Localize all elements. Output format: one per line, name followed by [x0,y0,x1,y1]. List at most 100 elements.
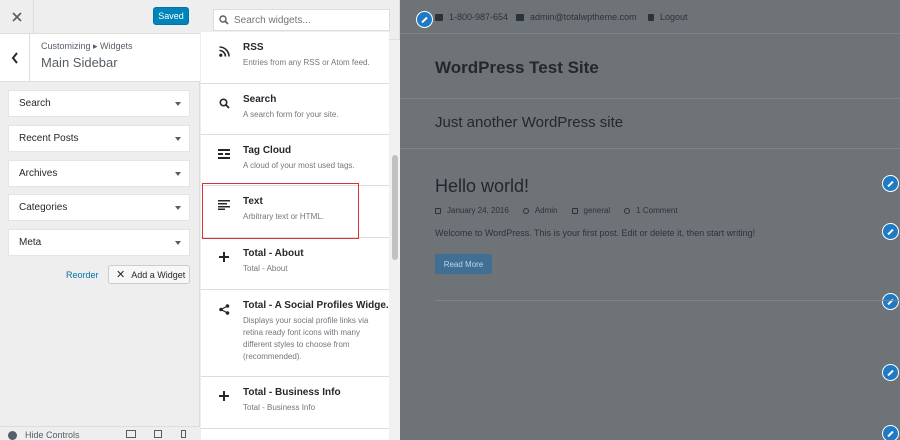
search-icon [219,15,229,25]
plus-icon [217,389,231,403]
search-icon [217,96,231,110]
divider [435,300,900,301]
hide-controls-button[interactable]: Hide Controls [8,430,80,440]
widget-description: Total - Business Info [243,403,316,412]
widget-item-tag-cloud[interactable]: Tag Cloud A cloud of your most used tags… [201,135,389,186]
widget-item-total-business-info[interactable]: Total - Business Info Total - Business I… [201,377,389,429]
widget-item-rss[interactable]: RSS Entries from any RSS or Atom feed. [201,32,389,84]
widget-description: Entries from any RSS or Atom feed. [243,58,370,67]
rss-icon [217,44,231,58]
post-comments-text: 1 Comment [636,206,678,215]
plus-icon [217,250,231,264]
edit-shortcut-pencil-icon[interactable] [882,223,899,240]
sidebar-widget-recent-posts[interactable]: Recent Posts [8,125,190,152]
hide-controls-label: Hide Controls [25,430,80,440]
widget-label: Categories [19,202,68,213]
scrollbar-thumb[interactable] [392,155,398,260]
post-author-text: Admin [534,206,558,215]
breadcrumb: Customizing ▸ Widgets [41,41,133,51]
back-button[interactable] [0,34,30,81]
widget-description: Total - About [243,264,288,273]
widget-description: Displays your social profile links via r… [243,316,369,361]
customizer-sidebar: Saved Customizing ▸ Widgets Main Sidebar… [0,0,200,440]
mobile-icon[interactable] [181,430,186,438]
post-category[interactable]: general [571,206,610,215]
post-date-text: January 24, 2016 [447,206,509,215]
clock-icon [435,207,441,214]
close-icon [11,11,22,22]
topbar-email-text: admin@totalwptheme.com [530,12,637,22]
panel-title: Main Sidebar [41,55,118,70]
site-title[interactable]: WordPress Test Site [435,58,599,78]
site-tagline: Just another WordPress site [435,114,624,131]
saved-button[interactable]: Saved [153,7,189,25]
divider [400,148,900,149]
topbar-email[interactable]: admin@totalwptheme.com [516,12,637,22]
widget-title: Search [243,94,277,105]
widget-title: Total - A Social Profiles Widge... [243,300,395,311]
chevron-down-icon [175,101,181,106]
post-meta: January 24, 2016 Admin general 1 Comment [435,206,692,215]
desktop-icon[interactable] [126,430,136,438]
topbar-phone-text: 1-800-987-654 [449,12,509,22]
widget-list: RSS Entries from any RSS or Atom feed. S… [201,32,394,440]
edit-shortcut-pencil-icon[interactable] [882,364,899,381]
edit-shortcut-pencil-icon[interactable] [882,425,899,440]
sidebar-widget-meta[interactable]: Meta [8,229,190,256]
post-author[interactable]: Admin [522,206,558,215]
user-icon [522,207,529,214]
add-widget-label: Add a Widget [131,269,186,280]
edit-shortcut-pencil-icon[interactable] [882,175,899,192]
close-customizer-button[interactable] [0,0,34,33]
widget-item-total-about[interactable]: Total - About Total - About [201,238,389,290]
site-topbar: 1-800-987-654 admin@totalwptheme.com Log… [400,0,900,34]
widget-title: Total - Business Info [243,387,341,398]
edit-shortcut-pencil-icon[interactable] [882,293,899,310]
widget-search-box[interactable] [213,9,390,31]
chevron-down-icon [175,205,181,210]
read-more-button[interactable]: Read More [435,254,492,274]
site-preview: 1-800-987-654 admin@totalwptheme.com Log… [400,0,900,440]
customizer-footer: Hide Controls [0,426,200,440]
folder-icon [571,207,578,214]
chevron-down-icon [175,240,181,245]
widget-item-search[interactable]: Search A search form for your site. [201,84,389,135]
user-icon [648,13,654,21]
envelope-icon [516,13,524,21]
edit-shortcut-pencil-icon[interactable] [416,11,433,28]
post-comments[interactable]: 1 Comment [624,206,678,215]
post-date: January 24, 2016 [435,206,509,215]
chevron-down-icon [175,171,181,176]
widget-item-total-social-profiles[interactable]: Total - A Social Profiles Widge... Displ… [201,290,394,377]
tag-cloud-icon [217,147,231,161]
add-widget-button[interactable]: ✕ Add a Widget [108,265,190,284]
topbar-logout-text: Logout [660,12,688,22]
widget-title: RSS [243,42,264,53]
arrow-left-icon [8,430,17,440]
widget-description: A cloud of your most used tags. [243,161,355,170]
widget-description: A search form for your site. [243,110,339,119]
topbar-logout[interactable]: Logout [648,12,688,22]
close-icon: ✕ [116,269,126,281]
panel-header: Customizing ▸ Widgets Main Sidebar [0,34,200,82]
customizer-header: Saved [0,0,200,34]
widget-title: Tag Cloud [243,145,292,156]
widget-label: Search [19,98,51,109]
highlight-annotation [202,183,359,239]
comment-icon [624,207,631,214]
share-icon [217,302,231,316]
search-widgets-input[interactable] [234,14,384,26]
chevron-down-icon [175,136,181,141]
reorder-link[interactable]: Reorder [66,270,99,280]
sidebar-widget-archives[interactable]: Archives [8,160,190,187]
sidebar-widget-categories[interactable]: Categories [8,194,190,221]
tablet-icon[interactable] [154,430,162,438]
chevron-left-icon [11,51,18,64]
phone-icon [435,13,443,21]
sidebar-widget-search[interactable]: Search [8,90,190,117]
divider [400,98,900,99]
post-title[interactable]: Hello world! [435,176,529,197]
widget-title: Total - About [243,248,304,259]
widget-label: Recent Posts [19,133,79,144]
widget-label: Meta [19,237,42,248]
